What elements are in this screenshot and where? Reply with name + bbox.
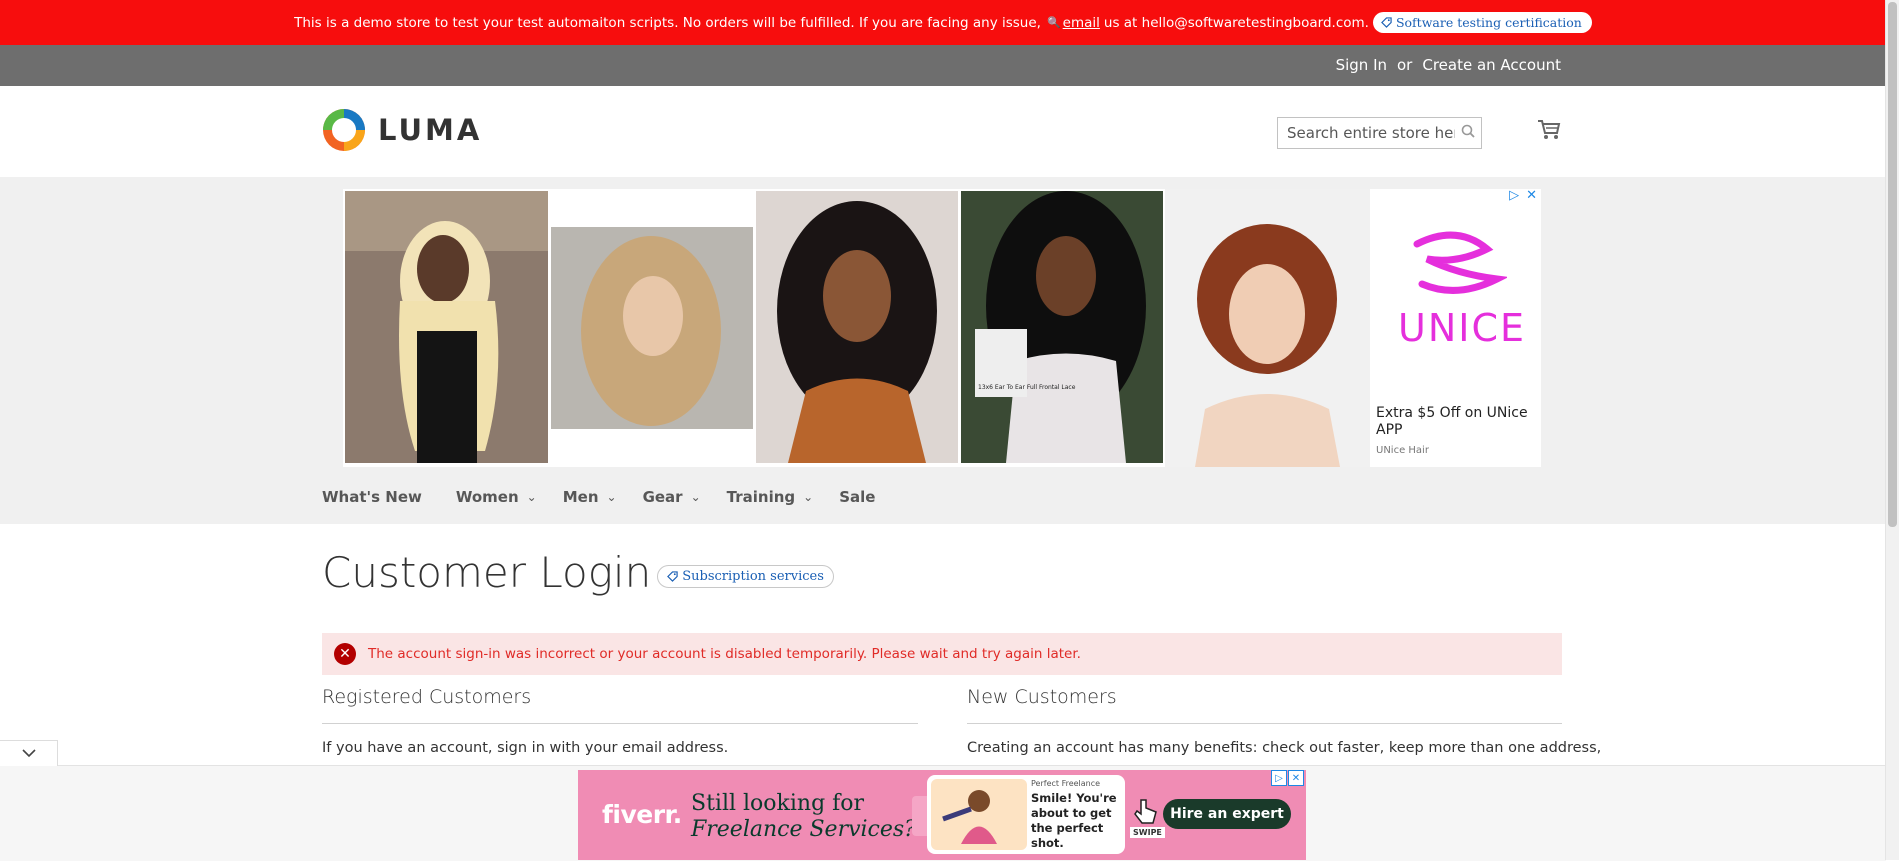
main-navigation: What's New Women ⌄ Men ⌄ Gear ⌄ Training ⌄ S… (322, 484, 901, 510)
search-icon: 🔍 (1046, 16, 1061, 29)
registered-customers-title: Registered Customers (322, 686, 532, 708)
fiverr-logo: fiverr. (602, 800, 682, 829)
ad-choices-icon[interactable]: ▷ (1271, 770, 1287, 786)
hand-pointer-icon (1134, 799, 1157, 824)
ad-promo-card: Perfect Freelance Smile! You're about to… (927, 775, 1125, 854)
ad-inset-caption: 13x6 Ear To Ear Full Frontal Lace (978, 384, 1076, 391)
certification-link-label: Software testing certification (1395, 15, 1582, 30)
top-display-ad[interactable]: 13x6 Ear To Ear Full Frontal Lace ▷ ✕ UN… (343, 188, 1541, 467)
error-icon: ✕ (334, 643, 356, 665)
nav-item-label: Men (562, 488, 599, 506)
certification-link[interactable]: Software testing certification (1372, 12, 1592, 33)
ad-offer-text[interactable]: Extra $5 Off on UNice APP (1376, 405, 1536, 439)
ad-headline: Still looking for Freelance Services? (691, 791, 916, 843)
nav-item-training[interactable]: Training ⌄ (727, 488, 814, 506)
registered-divider (322, 723, 918, 724)
nav-item-label: Women (455, 488, 519, 506)
ad-product-image-4[interactable]: 13x6 Ear To Ear Full Frontal Lace (961, 191, 1163, 463)
subscription-services-link[interactable]: Subscription services (657, 565, 834, 588)
create-account-link[interactable]: Create an Account (1422, 56, 1561, 74)
ad-product-image-1[interactable] (345, 191, 548, 463)
ad-source: UNice Hair (1376, 445, 1429, 456)
demo-notice-text: This is a demo store to test your test a… (294, 14, 1041, 31)
new-customers-text: Creating an account has many benefits: c… (967, 740, 1602, 756)
search-input[interactable]: Search entire store here... (1277, 117, 1482, 149)
sign-in-link[interactable]: Sign In (1336, 56, 1387, 74)
registered-customers-text: If you have an account, sign in with you… (322, 740, 729, 756)
unice-logo-icon (1413, 231, 1507, 294)
email-link[interactable]: email (1063, 15, 1100, 31)
page-title: Customer Login (322, 548, 652, 597)
ad-brand-panel[interactable]: ▷ ✕ UNICE Extra $5 Off on UNice APP UNic… (1372, 188, 1541, 467)
ad-brand-name: UNICE (1398, 306, 1526, 350)
scrollbar-thumb[interactable] (1888, 2, 1897, 527)
ad-choices-icon[interactable]: ▷ (1509, 188, 1519, 203)
tag-icon (667, 571, 678, 582)
page-title-row: Customer Login Subscription services (322, 548, 834, 597)
nav-item-women[interactable]: Women ⌄ (456, 488, 537, 506)
ad-headline-line-2: Freelance Services? (691, 817, 916, 842)
bottom-display-ad[interactable]: ▷ ✕ fiverr. Still looking for Freelance … (578, 770, 1306, 860)
page-header: LUMA Search entire store here... (0, 86, 1886, 177)
auth-separator: or (1397, 56, 1413, 74)
nav-item-gear[interactable]: Gear ⌄ (643, 488, 701, 506)
error-message: ✕ The account sign-in was incorrect or y… (322, 633, 1562, 675)
ad-choices[interactable]: ▷ ✕ (1509, 188, 1537, 203)
chevron-down-icon: ⌄ (690, 490, 701, 504)
ad-product-image-2[interactable] (551, 191, 753, 463)
ad-product-image-3[interactable] (756, 191, 958, 463)
ad-card-illustration (931, 779, 1027, 850)
subscription-services-label: Subscription services (682, 569, 824, 584)
nav-item-label: Sale (839, 488, 876, 506)
logo-wordmark: LUMA (378, 113, 483, 147)
chevron-down-icon (21, 749, 36, 758)
nav-item-sale[interactable]: Sale (839, 488, 875, 506)
chevron-down-icon: ⌄ (803, 490, 814, 504)
luma-logo[interactable]: LUMA (322, 108, 482, 152)
tag-icon (1381, 17, 1392, 28)
ad-and-nav-region: 13x6 Ear To Ear Full Frontal Lace ▷ ✕ UN… (0, 177, 1886, 524)
ad-close-icon[interactable]: ✕ (1288, 770, 1304, 786)
error-message-text: The account sign-in was incorrect or you… (368, 646, 1081, 662)
new-customers-divider (967, 723, 1562, 724)
demo-notice-banner: This is a demo store to test your test a… (0, 0, 1886, 45)
collapse-ad-button[interactable] (0, 740, 58, 766)
ad-product-image-5[interactable] (1165, 189, 1370, 467)
hire-expert-button[interactable]: Hire an expert (1163, 799, 1291, 829)
email-address-text: us at hello@softwaretestingboard.com. (1103, 14, 1369, 31)
new-customers-title: New Customers (967, 686, 1117, 708)
cart-icon[interactable] (1537, 119, 1561, 145)
search-icon[interactable] (1455, 124, 1481, 142)
nav-item-label: Gear (642, 488, 683, 506)
nav-item-whats-new[interactable]: What's New (322, 488, 422, 506)
page-scrollbar[interactable] (1885, 0, 1899, 860)
search-placeholder: Search entire store here... (1287, 124, 1455, 142)
ad-headline-line-1: Still looking for (691, 791, 865, 816)
nav-item-label: Training (726, 488, 796, 506)
ad-card-message: Smile! You're about to get the perfect s… (1031, 791, 1117, 850)
ad-choices[interactable]: ▷ ✕ (1271, 770, 1304, 786)
ad-close-icon[interactable]: ✕ (1526, 188, 1537, 203)
header-auth-bar: Sign In or Create an Account (0, 45, 1886, 86)
nav-item-label: What's New (322, 488, 422, 506)
luma-logo-icon (323, 109, 365, 151)
chevron-down-icon: ⌄ (606, 490, 617, 504)
nav-item-men[interactable]: Men ⌄ (563, 488, 617, 506)
ad-swipe-label: SWIPE (1130, 827, 1165, 838)
ad-card-caption: Perfect Freelance (1031, 779, 1101, 788)
chevron-down-icon: ⌄ (526, 490, 537, 504)
